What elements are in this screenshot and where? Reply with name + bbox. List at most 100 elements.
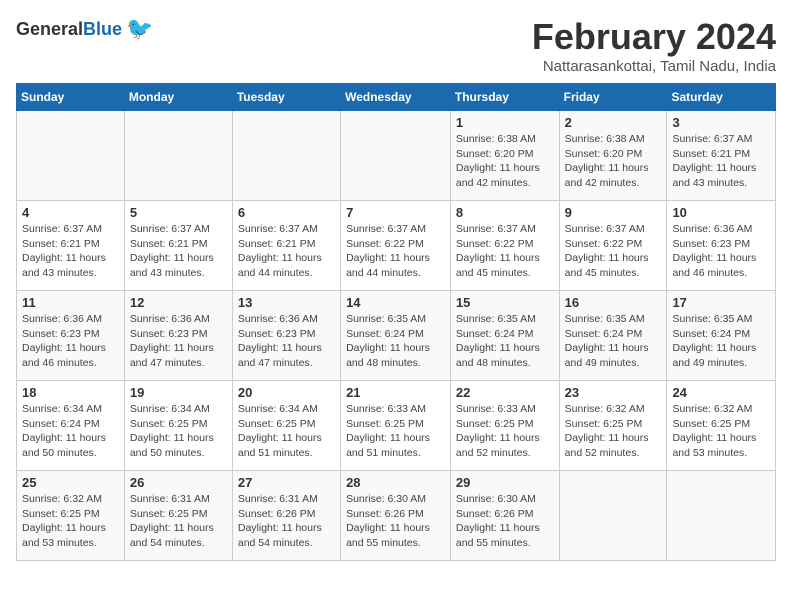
day-number: 28: [346, 475, 445, 490]
calendar-cell: 23 Sunrise: 6:32 AMSunset: 6:25 PMDayligh…: [559, 381, 667, 471]
day-info: Sunrise: 6:32 AMSunset: 6:25 PMDaylight:…: [565, 402, 662, 461]
day-info: Sunrise: 6:32 AMSunset: 6:25 PMDaylight:…: [22, 492, 119, 551]
day-number: 25: [22, 475, 119, 490]
day-number: 16: [565, 295, 662, 310]
logo: GeneralBlue 🐦: [16, 16, 153, 42]
day-number: 9: [565, 205, 662, 220]
day-number: 19: [130, 385, 227, 400]
day-number: 4: [22, 205, 119, 220]
calendar-week-row: 18Sunrise: 6:34 AMSunset: 6:24 PMDayligh…: [17, 381, 776, 471]
day-info: Sunrise: 6:35 AMSunset: 6:24 PMDaylight:…: [565, 312, 662, 371]
day-number: 2: [565, 115, 662, 130]
day-info: Sunrise: 6:37 AMSunset: 6:22 PMDaylight:…: [456, 222, 554, 281]
day-number: 22: [456, 385, 554, 400]
calendar-cell: 21 Sunrise: 6:33 AMSunset: 6:25 PMDayligh…: [341, 381, 451, 471]
calendar-cell: 3 Sunrise: 6:37 AMSunset: 6:21 PMDaylight…: [667, 111, 776, 201]
calendar-week-row: 4 Sunrise: 6:37 AMSunset: 6:21 PMDaylight…: [17, 201, 776, 291]
day-of-week-header: Wednesday: [341, 84, 451, 111]
calendar-location: Nattarasankottai, Tamil Nadu, India: [532, 58, 776, 75]
day-info: Sunrise: 6:37 AMSunset: 6:21 PMDaylight:…: [238, 222, 335, 281]
day-info: Sunrise: 6:32 AMSunset: 6:25 PMDaylight:…: [672, 402, 770, 461]
calendar-week-row: 11 Sunrise: 6:36 AMSunset: 6:23 PMDayligh…: [17, 291, 776, 381]
day-info: Sunrise: 6:34 AMSunset: 6:25 PMDaylight:…: [238, 402, 335, 461]
day-info: Sunrise: 6:35 AMSunset: 6:24 PMDaylight:…: [672, 312, 770, 371]
day-info: Sunrise: 6:30 AMSunset: 6:26 PMDaylight:…: [346, 492, 445, 551]
logo-bird-icon: 🐦: [126, 16, 153, 42]
day-info: Sunrise: 6:33 AMSunset: 6:25 PMDaylight:…: [456, 402, 554, 461]
calendar-cell: 22 Sunrise: 6:33 AMSunset: 6:25 PMDayligh…: [450, 381, 559, 471]
day-info: Sunrise: 6:38 AMSunset: 6:20 PMDaylight:…: [456, 132, 554, 191]
calendar-cell: 17 Sunrise: 6:35 AMSunset: 6:24 PMDayligh…: [667, 291, 776, 381]
calendar-cell: [232, 111, 340, 201]
day-info: Sunrise: 6:31 AMSunset: 6:25 PMDaylight:…: [130, 492, 227, 551]
calendar-cell: 10 Sunrise: 6:36 AMSunset: 6:23 PMDayligh…: [667, 201, 776, 291]
calendar-cell: [124, 111, 232, 201]
calendar-cell: 12Sunrise: 6:36 AMSunset: 6:23 PMDayligh…: [124, 291, 232, 381]
calendar-cell: 26 Sunrise: 6:31 AMSunset: 6:25 PMDayligh…: [124, 471, 232, 561]
day-number: 17: [672, 295, 770, 310]
calendar-cell: 7 Sunrise: 6:37 AMSunset: 6:22 PMDaylight…: [341, 201, 451, 291]
calendar-table: SundayMondayTuesdayWednesdayThursdayFrid…: [16, 83, 776, 561]
day-info: Sunrise: 6:33 AMSunset: 6:25 PMDaylight:…: [346, 402, 445, 461]
day-number: 11: [22, 295, 119, 310]
calendar-cell: 29Sunrise: 6:30 AMSunset: 6:26 PMDayligh…: [450, 471, 559, 561]
calendar-cell: 9 Sunrise: 6:37 AMSunset: 6:22 PMDaylight…: [559, 201, 667, 291]
day-of-week-header: Monday: [124, 84, 232, 111]
calendar-cell: [341, 111, 451, 201]
calendar-cell: 20Sunrise: 6:34 AMSunset: 6:25 PMDayligh…: [232, 381, 340, 471]
day-number: 15: [456, 295, 554, 310]
calendar-cell: [559, 471, 667, 561]
day-number: 12: [130, 295, 227, 310]
logo-blue-text: Blue: [83, 19, 122, 39]
calendar-cell: 13Sunrise: 6:36 AMSunset: 6:23 PMDayligh…: [232, 291, 340, 381]
day-info: Sunrise: 6:37 AMSunset: 6:22 PMDaylight:…: [346, 222, 445, 281]
calendar-cell: 4Sunrise: 6:37 AMSunset: 6:21 PMDaylight…: [17, 201, 125, 291]
calendar-cell: 8 Sunrise: 6:37 AMSunset: 6:22 PMDaylight…: [450, 201, 559, 291]
calendar-cell: 18Sunrise: 6:34 AMSunset: 6:24 PMDayligh…: [17, 381, 125, 471]
day-info: Sunrise: 6:35 AMSunset: 6:24 PMDaylight:…: [346, 312, 445, 371]
day-number: 8: [456, 205, 554, 220]
day-number: 27: [238, 475, 335, 490]
day-info: Sunrise: 6:34 AMSunset: 6:24 PMDaylight:…: [22, 402, 119, 461]
day-of-week-header: Friday: [559, 84, 667, 111]
day-number: 21: [346, 385, 445, 400]
day-info: Sunrise: 6:37 AMSunset: 6:21 PMDaylight:…: [672, 132, 770, 191]
day-number: 5: [130, 205, 227, 220]
day-info: Sunrise: 6:31 AMSunset: 6:26 PMDaylight:…: [238, 492, 335, 551]
calendar-title: February 2024: [532, 16, 776, 58]
day-info: Sunrise: 6:37 AMSunset: 6:22 PMDaylight:…: [565, 222, 662, 281]
day-number: 23: [565, 385, 662, 400]
day-number: 3: [672, 115, 770, 130]
calendar-week-row: 25 Sunrise: 6:32 AMSunset: 6:25 PMDayligh…: [17, 471, 776, 561]
calendar-week-row: 1Sunrise: 6:38 AMSunset: 6:20 PMDaylight…: [17, 111, 776, 201]
day-number: 6: [238, 205, 335, 220]
calendar-cell: [667, 471, 776, 561]
day-info: Sunrise: 6:35 AMSunset: 6:24 PMDaylight:…: [456, 312, 554, 371]
day-number: 7: [346, 205, 445, 220]
calendar-cell: 6 Sunrise: 6:37 AMSunset: 6:21 PMDaylight…: [232, 201, 340, 291]
calendar-cell: 1Sunrise: 6:38 AMSunset: 6:20 PMDaylight…: [450, 111, 559, 201]
day-number: 14: [346, 295, 445, 310]
calendar-cell: [17, 111, 125, 201]
calendar-cell: 24Sunrise: 6:32 AMSunset: 6:25 PMDayligh…: [667, 381, 776, 471]
calendar-cell: 15 Sunrise: 6:35 AMSunset: 6:24 PMDayligh…: [450, 291, 559, 381]
day-info: Sunrise: 6:36 AMSunset: 6:23 PMDaylight:…: [672, 222, 770, 281]
day-of-week-header: Saturday: [667, 84, 776, 111]
title-block: February 2024 Nattarasankottai, Tamil Na…: [532, 16, 776, 75]
calendar-cell: 11 Sunrise: 6:36 AMSunset: 6:23 PMDayligh…: [17, 291, 125, 381]
logo-general-text: General: [16, 19, 83, 39]
calendar-cell: 5Sunrise: 6:37 AMSunset: 6:21 PMDaylight…: [124, 201, 232, 291]
calendar-cell: 2 Sunrise: 6:38 AMSunset: 6:20 PMDaylight…: [559, 111, 667, 201]
day-info: Sunrise: 6:36 AMSunset: 6:23 PMDaylight:…: [22, 312, 119, 371]
day-of-week-header: Sunday: [17, 84, 125, 111]
page-header: GeneralBlue 🐦 February 2024 Nattarasanko…: [16, 16, 776, 75]
day-number: 26: [130, 475, 227, 490]
calendar-cell: 19Sunrise: 6:34 AMSunset: 6:25 PMDayligh…: [124, 381, 232, 471]
day-number: 10: [672, 205, 770, 220]
day-info: Sunrise: 6:38 AMSunset: 6:20 PMDaylight:…: [565, 132, 662, 191]
day-of-week-header: Thursday: [450, 84, 559, 111]
calendar-header-row: SundayMondayTuesdayWednesdayThursdayFrid…: [17, 84, 776, 111]
calendar-cell: 25 Sunrise: 6:32 AMSunset: 6:25 PMDayligh…: [17, 471, 125, 561]
calendar-cell: 28 Sunrise: 6:30 AMSunset: 6:26 PMDayligh…: [341, 471, 451, 561]
calendar-cell: 14 Sunrise: 6:35 AMSunset: 6:24 PMDayligh…: [341, 291, 451, 381]
